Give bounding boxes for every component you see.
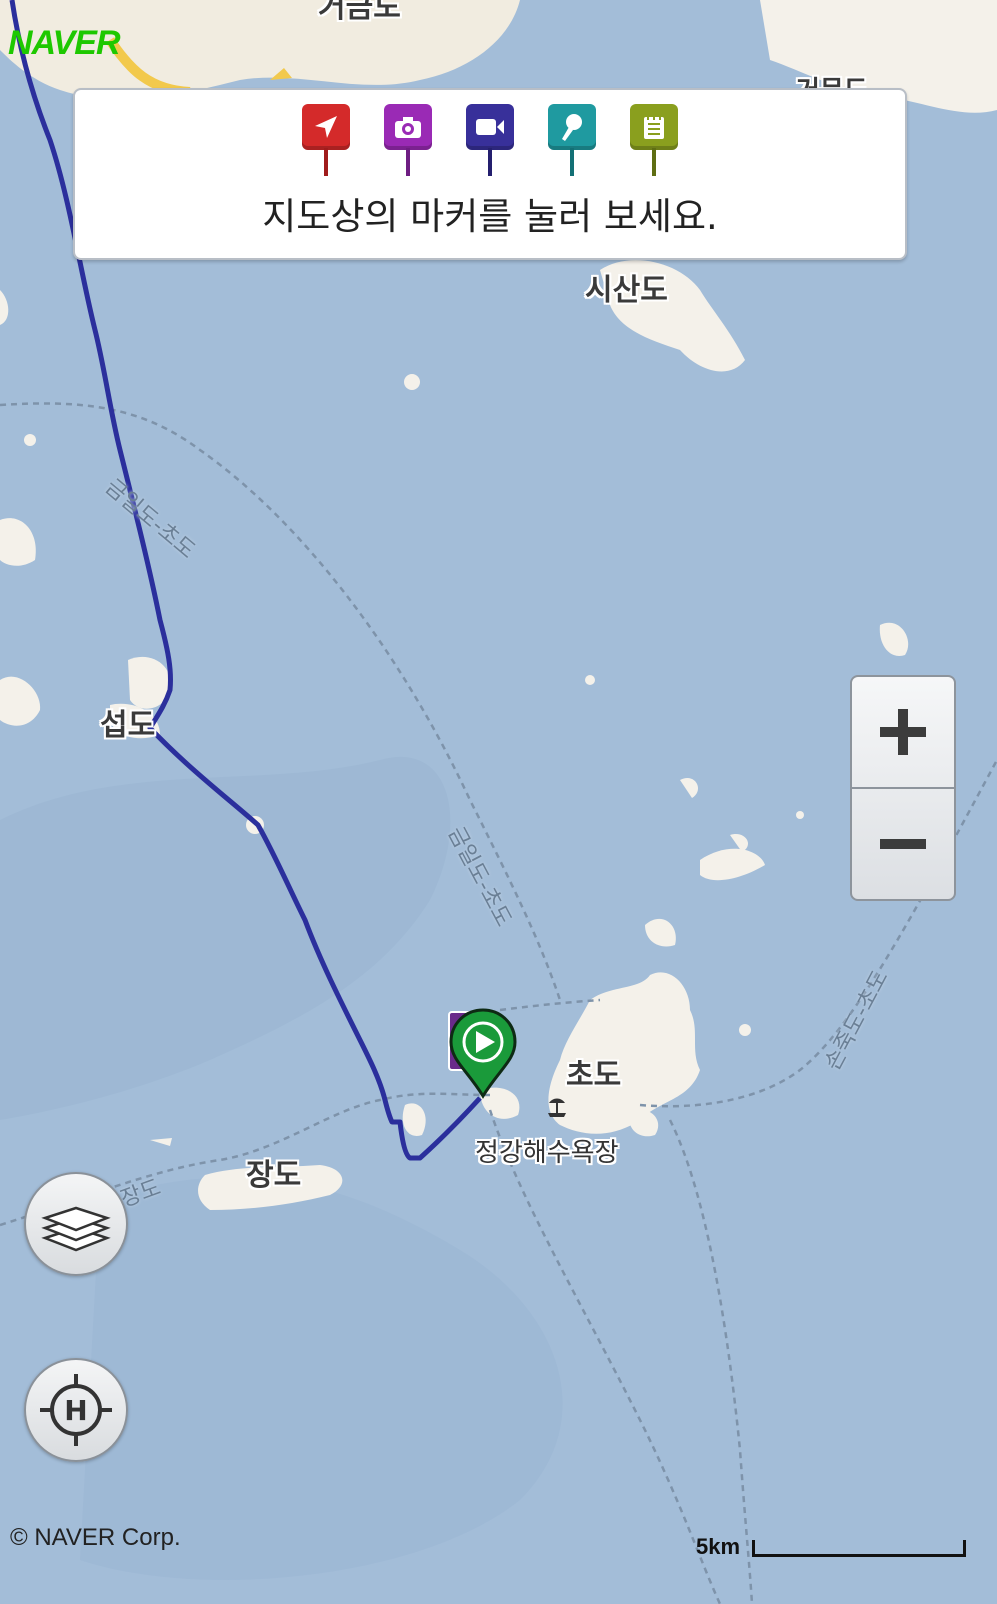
marker-legend-panel: 지도상의 마커를 눌러 보세요. (73, 88, 907, 260)
zoom-in-button[interactable] (852, 677, 954, 787)
microphone-icon (548, 104, 596, 150)
location-marker[interactable] (302, 104, 350, 176)
place-label: 섭도 (100, 708, 156, 743)
zoom-out-button[interactable] (852, 789, 954, 899)
place-label: 시산도 (585, 273, 668, 308)
place-label: 초도 (566, 1058, 622, 1093)
map-canvas[interactable]: 금일도-초도 금일도-초도 손죽도-초도 초도-장도 거금도 거문도 시산도 섭… (0, 0, 997, 1604)
naver-logo: NAVER (8, 24, 120, 62)
place-label: 거금도 (318, 0, 401, 25)
copyright-text: © NAVER Corp. (10, 1524, 181, 1551)
current-location-button[interactable]: H (24, 1358, 128, 1462)
photo-marker[interactable] (384, 104, 432, 176)
scale-bar (752, 1540, 966, 1557)
video-marker[interactable] (466, 104, 514, 176)
layers-button[interactable] (24, 1172, 128, 1276)
place-label: 장도 (246, 1158, 302, 1193)
zoom-control (850, 675, 956, 901)
place-label: 정강해수욕장 (475, 1138, 619, 1168)
notepad-icon (630, 104, 678, 150)
start-marker[interactable] (445, 1008, 517, 1108)
crosshair-icon: H (40, 1374, 112, 1446)
marker-instruction-text: 지도상의 마커를 눌러 보세요. (262, 195, 718, 238)
camera-icon (384, 104, 432, 150)
minus-icon (880, 839, 926, 849)
memo-marker[interactable] (630, 104, 678, 176)
video-camera-icon (466, 104, 514, 150)
plus-icon (880, 709, 926, 755)
svg-text:H: H (64, 1394, 87, 1427)
layers-icon (41, 1206, 111, 1252)
beach-icon (545, 1095, 569, 1119)
arrow-icon (302, 104, 350, 150)
scale-label: 5km (696, 1534, 741, 1559)
audio-marker[interactable] (548, 104, 596, 176)
